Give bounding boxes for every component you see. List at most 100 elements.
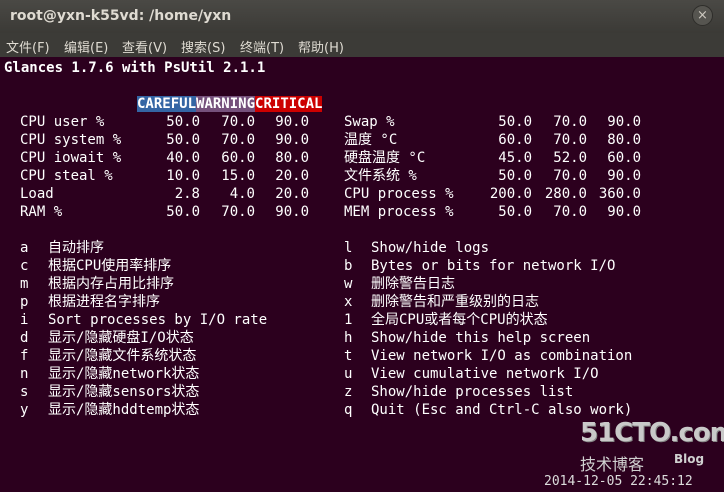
- watermark-logo: 51CTO.com 技术博客 Blog: [580, 418, 724, 478]
- hotkey: d: [20, 330, 29, 346]
- threshold-label: 温度 °C: [344, 132, 398, 148]
- threshold-warning-value: 70.0: [553, 132, 587, 148]
- threshold-critical-value: 20.0: [275, 168, 309, 184]
- threshold-careful-value: 50.0: [498, 168, 532, 184]
- menu-view[interactable]: 查看(V): [122, 37, 167, 56]
- watermark-site: 51CTO.com: [580, 418, 724, 448]
- hotkey: p: [20, 294, 29, 310]
- hotkey: w: [344, 276, 353, 292]
- threshold-careful-value: 50.0: [498, 114, 532, 130]
- hotkey: l: [344, 240, 353, 256]
- hotkey: n: [20, 366, 29, 382]
- threshold-careful-value: 40.0: [166, 150, 200, 166]
- hotkey: a: [20, 240, 29, 256]
- threshold-warning-value: 15.0: [221, 168, 255, 184]
- threshold-warning-value: 4.0: [229, 186, 255, 202]
- threshold-careful-value: 60.0: [498, 132, 532, 148]
- hotkey-description: 自动排序: [48, 240, 104, 256]
- threshold-warning-value: 70.0: [553, 114, 587, 130]
- menu-bar: 文件(F) 编辑(E) 查看(V) 搜索(S) 终端(T) 帮助(H): [0, 33, 724, 57]
- watermark-sub: 技术博客: [580, 455, 645, 474]
- threshold-warning-value: 70.0: [221, 204, 255, 220]
- threshold-critical-value: 90.0: [607, 114, 641, 130]
- threshold-warning-value: 60.0: [221, 150, 255, 166]
- hotkey-description: 显示/隐藏network状态: [48, 366, 200, 382]
- legend-careful: CAREFUL: [137, 96, 197, 112]
- legend-critical: CRITICAL: [255, 96, 323, 112]
- hotkey: s: [20, 384, 29, 400]
- watermark-blog: Blog: [674, 452, 705, 466]
- threshold-critical-value: 90.0: [275, 132, 309, 148]
- legend-warning: WARNING: [196, 96, 256, 112]
- threshold-critical-value: 80.0: [607, 132, 641, 148]
- hotkey-description: 显示/隐藏硬盘I/O状态: [48, 330, 194, 346]
- threshold-critical-value: 20.0: [275, 186, 309, 202]
- threshold-warning-value: 70.0: [221, 114, 255, 130]
- threshold-label: MEM process %: [344, 204, 454, 220]
- threshold-label: Load: [20, 186, 54, 202]
- threshold-label: CPU system %: [20, 132, 122, 148]
- threshold-warning-value: 70.0: [553, 204, 587, 220]
- threshold-critical-value: 60.0: [607, 150, 641, 166]
- threshold-careful-value: 200.0: [489, 186, 532, 202]
- hotkey-description: Sort processes by I/O rate: [48, 312, 268, 328]
- hotkey: y: [20, 402, 29, 418]
- hotkey-description: Show/hide logs: [371, 240, 490, 256]
- threshold-label: 文件系统 %: [344, 168, 417, 184]
- hotkey: b: [344, 258, 353, 274]
- threshold-critical-value: 90.0: [607, 168, 641, 184]
- threshold-label: CPU process %: [344, 186, 454, 202]
- window-title: root@yxn-k55vd: /home/yxn: [10, 8, 232, 24]
- hotkey: m: [20, 276, 29, 292]
- threshold-label: RAM %: [20, 204, 63, 220]
- menu-search[interactable]: 搜索(S): [181, 37, 225, 56]
- threshold-label: CPU iowait %: [20, 150, 122, 166]
- hotkey: h: [344, 330, 353, 346]
- hotkey-description: 删除警告和严重级别的日志: [371, 294, 539, 310]
- hotkey-description: 显示/隐藏文件系统状态: [48, 348, 197, 364]
- menu-file[interactable]: 文件(F): [6, 37, 50, 56]
- hotkey: q: [344, 402, 353, 418]
- hotkey-description: Show/hide this help screen: [371, 330, 591, 346]
- threshold-careful-value: 10.0: [166, 168, 200, 184]
- close-icon[interactable]: ×: [692, 5, 713, 26]
- menu-edit[interactable]: 编辑(E): [64, 37, 108, 56]
- hotkey: x: [344, 294, 353, 310]
- threshold-warning-value: 70.0: [221, 132, 255, 148]
- menu-help[interactable]: 帮助(H): [298, 37, 344, 56]
- threshold-label: CPU steal %: [20, 168, 113, 184]
- threshold-warning-value: 70.0: [553, 168, 587, 184]
- hotkey-description: 根据内存占用比排序: [48, 276, 174, 292]
- threshold-critical-value: 90.0: [607, 204, 641, 220]
- threshold-label: 硬盘温度 °C: [344, 150, 426, 166]
- hotkey: c: [20, 258, 29, 274]
- hotkey-description: View cumulative network I/O: [371, 366, 599, 382]
- threshold-careful-value: 50.0: [166, 114, 200, 130]
- threshold-careful-value: 50.0: [166, 204, 200, 220]
- menu-terminal[interactable]: 终端(T): [240, 37, 284, 56]
- threshold-critical-value: 360.0: [598, 186, 641, 202]
- threshold-label: CPU user %: [20, 114, 105, 130]
- timestamp: 2014-12-05 22:45:12: [544, 474, 693, 489]
- hotkey-description: Show/hide processes list: [371, 384, 574, 400]
- threshold-careful-value: 45.0: [498, 150, 532, 166]
- hotkey-description: Quit (Esc and Ctrl-C also work): [371, 402, 633, 418]
- hotkey-description: 根据CPU使用率排序: [48, 258, 172, 274]
- hotkey-description: View network I/O as combination: [371, 348, 633, 364]
- threshold-critical-value: 90.0: [275, 204, 309, 220]
- hotkey-description: 显示/隐藏sensors状态: [48, 384, 200, 400]
- hotkey: 1: [344, 312, 353, 328]
- hotkey-description: 根据进程名字排序: [48, 294, 160, 310]
- hotkey-description: 全局CPU或者每个CPU的状态: [371, 312, 548, 328]
- hotkey-description: Bytes or bits for network I/O: [371, 258, 616, 274]
- hotkey: t: [344, 348, 353, 364]
- hotkey: f: [20, 348, 29, 364]
- hotkey-description: 删除警告日志: [371, 276, 455, 292]
- hotkey: u: [344, 366, 353, 382]
- threshold-careful-value: 50.0: [498, 204, 532, 220]
- threshold-careful-value: 50.0: [166, 132, 200, 148]
- threshold-warning-value: 52.0: [553, 150, 587, 166]
- hotkey: i: [20, 312, 29, 328]
- hotkey-description: 显示/隐藏hddtemp状态: [48, 402, 200, 418]
- glances-header: Glances 1.7.6 with PsUtil 2.1.1: [4, 60, 266, 76]
